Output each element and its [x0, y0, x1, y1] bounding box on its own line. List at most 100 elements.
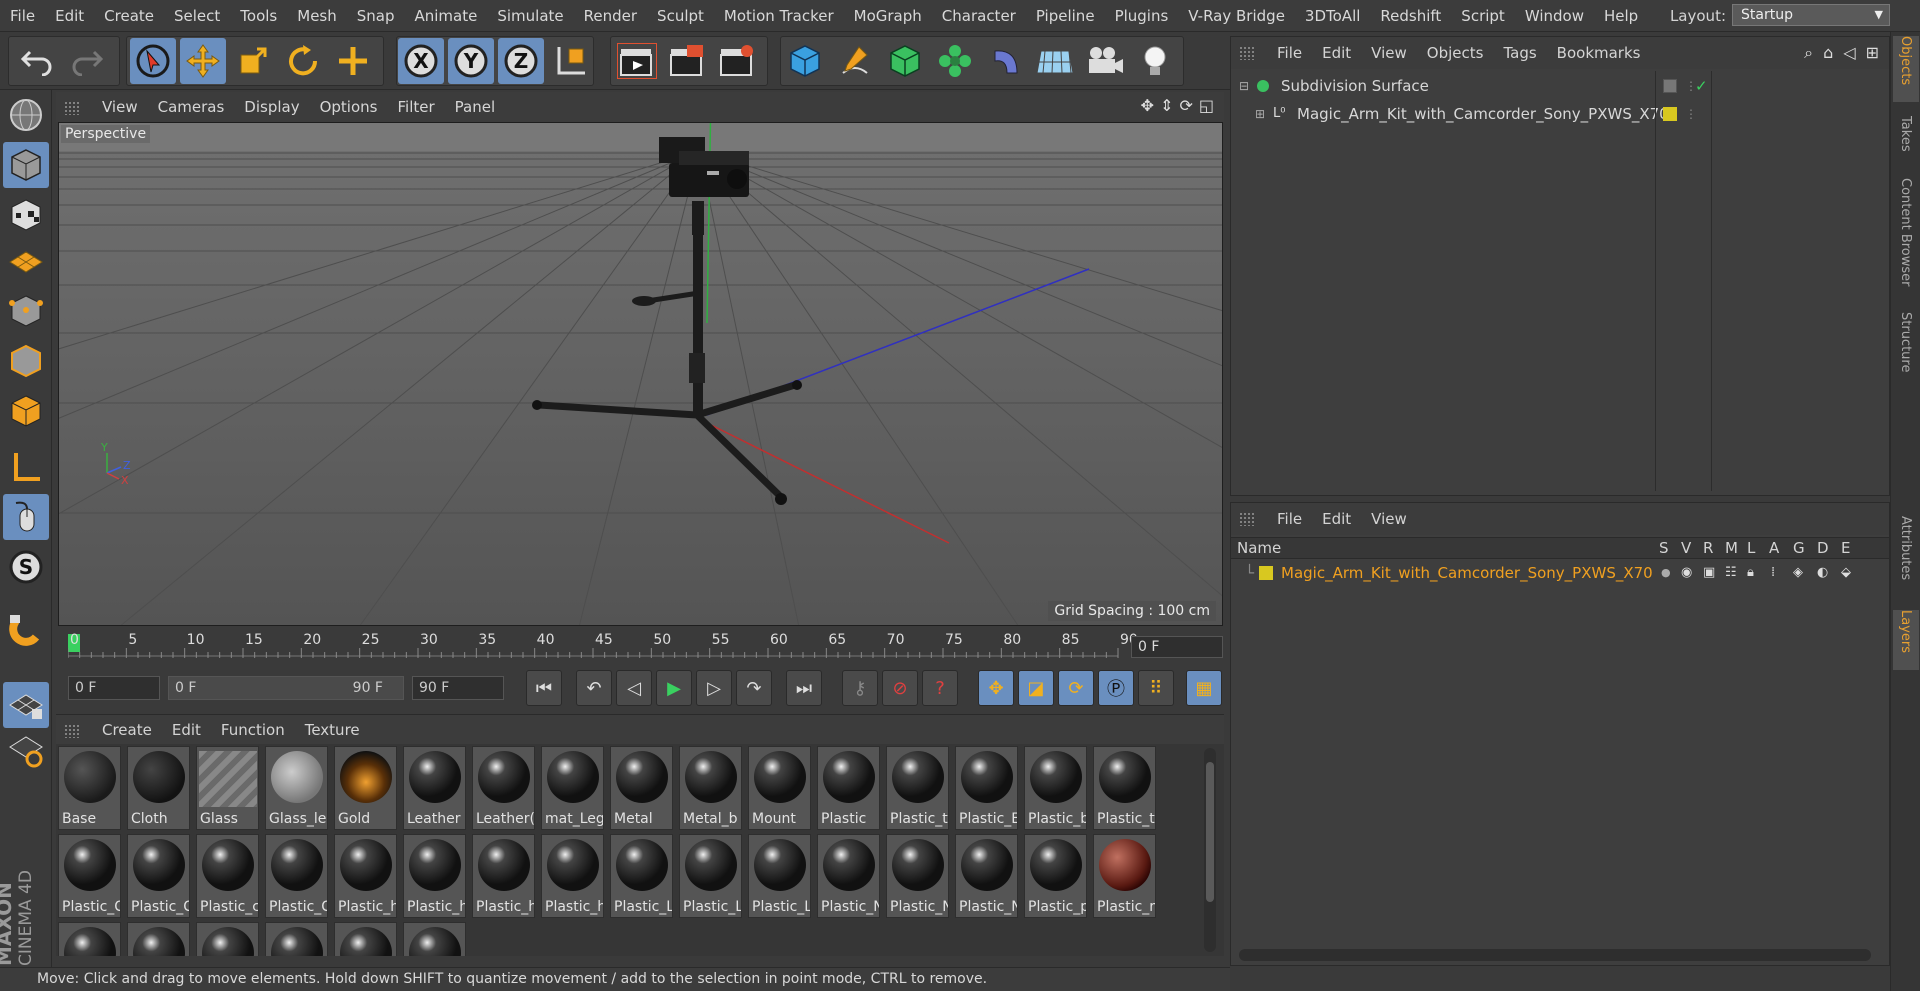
keyframe-selection-button[interactable]: ? — [922, 670, 958, 706]
spline-pen-button[interactable] — [832, 38, 878, 84]
move-tool-button[interactable] — [180, 38, 226, 84]
material-swatch[interactable]: Plastic_L — [748, 834, 811, 918]
menu-mograph[interactable]: MoGraph — [844, 0, 932, 32]
column-name[interactable]: Name — [1237, 538, 1281, 558]
material-menu-texture[interactable]: Texture — [295, 721, 370, 739]
material-swatch[interactable]: Plastic — [817, 746, 880, 830]
viewport-menu-panel[interactable]: Panel — [445, 98, 505, 116]
material-swatch[interactable]: Plastic_h — [403, 834, 466, 918]
snap-toggle-button[interactable] — [3, 606, 49, 652]
panel-grip-icon[interactable] — [64, 101, 80, 115]
layer-name[interactable]: Magic_Arm_Kit_with_Camcorder_Sony_PXWS_X… — [1281, 561, 1653, 585]
solo-mode-button[interactable]: S — [3, 544, 49, 590]
floor-button[interactable] — [1032, 38, 1078, 84]
new-window-icon[interactable]: ⊞ — [1866, 43, 1879, 63]
material-swatch[interactable] — [127, 922, 190, 956]
coordinate-system-button[interactable] — [548, 38, 594, 84]
material-swatch[interactable]: Plastic_r — [1093, 834, 1156, 918]
next-frame-button[interactable]: ▷ — [696, 670, 732, 706]
object-row-magic-arm-kit[interactable]: ⊞ L⁰ Magic_Arm_Kit_with_Camcorder_Sony_P… — [1231, 101, 1889, 127]
cube-object-button[interactable] — [782, 38, 828, 84]
material-swatch[interactable]: Plastic_E — [955, 746, 1018, 830]
layer-row[interactable]: └ Magic_Arm_Kit_with_Camcorder_Sony_PXWS… — [1231, 561, 1889, 585]
layer-color-swatch[interactable] — [1259, 566, 1273, 580]
menu-character[interactable]: Character — [932, 0, 1026, 32]
tweak-mode-button[interactable] — [3, 494, 49, 540]
material-swatch[interactable]: Mount — [748, 746, 811, 830]
goto-end-button[interactable]: ⏭ — [786, 670, 822, 706]
material-swatch[interactable] — [196, 922, 259, 956]
material-swatch[interactable]: Glass — [196, 746, 259, 830]
light-button[interactable] — [1132, 38, 1178, 84]
material-swatch[interactable] — [403, 922, 466, 956]
column-locked[interactable]: L — [1747, 538, 1755, 558]
previous-key-button[interactable]: ↶ — [576, 670, 612, 706]
key-rotation-button[interactable]: ⟳ — [1058, 670, 1094, 706]
menu-3dtoall[interactable]: 3DToAll — [1295, 0, 1370, 32]
material-swatch[interactable]: Cloth — [127, 746, 190, 830]
menu-motion-tracker[interactable]: Motion Tracker — [714, 0, 844, 32]
key-position-button[interactable]: ✥ — [978, 670, 1014, 706]
material-swatch[interactable]: Plastic_h — [472, 834, 535, 918]
material-swatch[interactable]: Leather — [403, 746, 466, 830]
current-frame-field[interactable]: 0 F — [1131, 636, 1223, 658]
locked-workplane-button[interactable] — [3, 682, 49, 728]
menu-simulate[interactable]: Simulate — [487, 0, 573, 32]
enabled-check-icon[interactable]: ✓ — [1695, 73, 1708, 99]
menu-pipeline[interactable]: Pipeline — [1026, 0, 1105, 32]
menu-render[interactable]: Render — [574, 0, 647, 32]
viewport-menu-view[interactable]: View — [92, 98, 148, 116]
objects-menu-edit[interactable]: Edit — [1312, 44, 1361, 62]
timeline-window-button[interactable]: ▦ — [1186, 670, 1222, 706]
z-axis-button[interactable]: Z — [498, 38, 544, 84]
menu-redshift[interactable]: Redshift — [1370, 0, 1451, 32]
material-menu-edit[interactable]: Edit — [162, 721, 211, 739]
pan-icon[interactable]: ✥ — [1141, 96, 1154, 115]
goto-start-button[interactable]: ⏮ — [526, 670, 562, 706]
tab-structure[interactable]: Structure — [1893, 312, 1919, 382]
column-generators[interactable]: G — [1793, 538, 1805, 558]
material-swatch[interactable]: Plastic_C — [127, 834, 190, 918]
render-clapper-icon[interactable]: ▣ — [1703, 561, 1715, 585]
previous-frame-button[interactable]: ◁ — [616, 670, 652, 706]
record-active-button[interactable]: ⚷ — [842, 670, 878, 706]
object-row-subdivision-surface[interactable]: ⊟ Subdivision Surface ⋮ ✓ — [1231, 73, 1889, 99]
objects-menu-objects[interactable]: Objects — [1417, 44, 1494, 62]
expand-icon[interactable]: ⊞ — [1255, 101, 1265, 127]
material-swatch[interactable] — [58, 922, 121, 956]
workplane-mode-button[interactable] — [3, 238, 49, 284]
make-editable-button[interactable] — [3, 92, 49, 138]
objects-menu-view[interactable]: View — [1361, 44, 1417, 62]
visibility-dots-icon[interactable]: ⋮ — [1685, 101, 1697, 127]
panel-grip-icon[interactable] — [1239, 512, 1255, 526]
material-swatch[interactable]: Metal_b — [679, 746, 742, 830]
viewport-menu-cameras[interactable]: Cameras — [148, 98, 235, 116]
y-axis-button[interactable]: Y — [448, 38, 494, 84]
material-swatch[interactable]: Plastic_L — [610, 834, 673, 918]
material-menu-function[interactable]: Function — [211, 721, 295, 739]
column-animation[interactable]: A — [1769, 538, 1779, 558]
editor-visibility-icon[interactable] — [1663, 79, 1677, 93]
manager-icon[interactable]: ☷ — [1725, 561, 1737, 585]
generator-icon[interactable]: ◈ — [1793, 561, 1803, 585]
key-parameter-button[interactable]: Ⓟ — [1098, 670, 1134, 706]
material-menu-create[interactable]: Create — [92, 721, 162, 739]
menu-vray-bridge[interactable]: V-Ray Bridge — [1178, 0, 1295, 32]
tab-takes[interactable]: Takes — [1893, 116, 1919, 172]
perspective-viewport[interactable]: Y Z X Perspective Grid Spacing : 100 cm — [58, 122, 1223, 626]
layers-menu-view[interactable]: View — [1361, 510, 1417, 528]
material-swatch[interactable]: Plastic_N — [817, 834, 880, 918]
key-scale-button[interactable]: ◪ — [1018, 670, 1054, 706]
collapse-icon[interactable]: ⊟ — [1239, 73, 1249, 99]
panel-grip-icon[interactable] — [64, 724, 80, 738]
menu-script[interactable]: Script — [1451, 0, 1515, 32]
select-tool-button[interactable] — [130, 38, 176, 84]
point-mode-button[interactable] — [3, 288, 49, 334]
layers-menu-edit[interactable]: Edit — [1312, 510, 1361, 528]
objects-menu-tags[interactable]: Tags — [1493, 44, 1546, 62]
timeline-ruler[interactable]: 0 5 10 15 20 25 30 35 40 45 50 55 60 65 70 75 80 85 90 — [56, 628, 1224, 666]
column-manager[interactable]: M — [1725, 538, 1738, 558]
orbit-icon[interactable]: ⟳ — [1179, 96, 1192, 115]
menu-plugins[interactable]: Plugins — [1105, 0, 1179, 32]
column-expressions[interactable]: E — [1841, 538, 1850, 558]
